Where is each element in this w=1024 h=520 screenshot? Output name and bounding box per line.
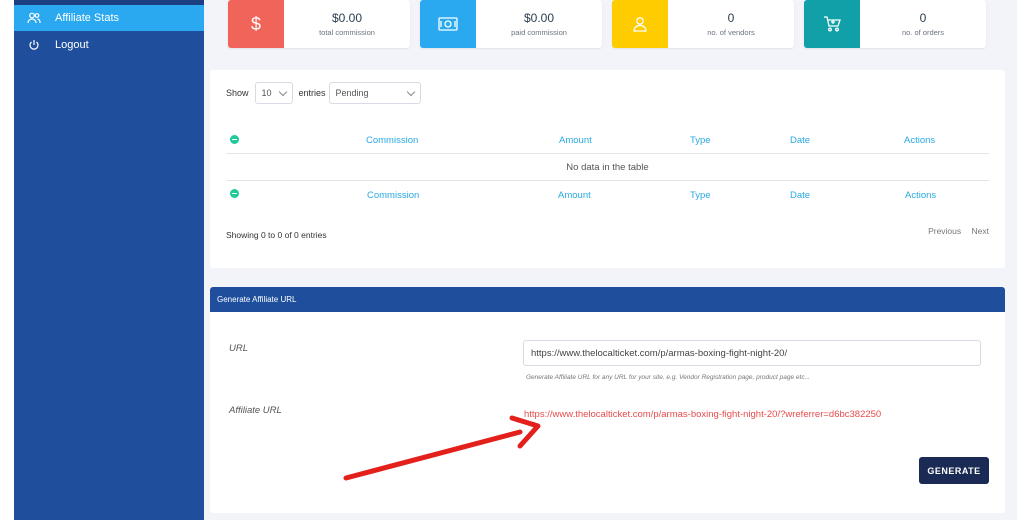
stat-value: 0 (919, 11, 927, 25)
expand-toggle-icon[interactable] (230, 189, 239, 198)
empty-table-message: No data in the table (566, 162, 649, 173)
divider (226, 153, 989, 154)
url-help-text: Generate Affiliate URL for any URL for y… (526, 374, 810, 381)
stat-card-total-commission: $ $0.00 total commission (228, 0, 410, 48)
url-input[interactable] (523, 340, 981, 366)
cash-icon (420, 0, 476, 48)
generate-affiliate-url-panel: Generate Affiliate URL URL Generate Affi… (210, 287, 1005, 513)
stat-card-orders: 0 no. of orders (804, 0, 986, 48)
status-filter-select[interactable]: Pending (328, 82, 421, 104)
column-footer-commission[interactable]: Commission (367, 190, 419, 201)
divider (226, 180, 989, 181)
cart-icon (804, 0, 860, 48)
user-icon (612, 0, 668, 48)
stat-card-vendors: 0 no. of vendors (612, 0, 794, 48)
stat-label: no. of vendors (707, 28, 755, 37)
sidebar-item-label: Logout (55, 39, 89, 51)
url-label: URL (229, 343, 249, 354)
column-footer-type[interactable]: Type (690, 190, 711, 201)
affiliate-url-output[interactable]: https://www.thelocalticket.com/p/armas-b… (524, 409, 881, 420)
table-header: Commission Amount Type Date Actions (226, 127, 989, 153)
sidebar-item-logout[interactable]: Logout (14, 32, 204, 58)
entries-label: entries (298, 88, 326, 98)
pagination: Previous Next (928, 226, 989, 236)
stat-value: $0.00 (331, 11, 363, 25)
pagination-next[interactable]: Next (972, 226, 989, 236)
dollar-icon: $ (228, 0, 284, 48)
generate-button[interactable]: GENERATE (919, 457, 989, 484)
stat-card-paid-commission: $0.00 paid commission (420, 0, 602, 48)
show-label: Show (226, 88, 249, 98)
stat-value: 0 (727, 11, 735, 25)
chevron-down-icon (406, 87, 415, 96)
main-content: $ $0.00 total commission $0.00 paid comm… (204, 0, 1024, 520)
column-header-date[interactable]: Date (790, 135, 810, 146)
right-edge (1017, 0, 1024, 520)
table-footer-header: Commission Amount Type Date Actions (226, 182, 989, 208)
expand-toggle-icon[interactable] (230, 135, 239, 144)
stat-label: paid commission (511, 28, 567, 37)
stat-label: total commission (319, 28, 375, 37)
sidebar-item-affiliate-stats[interactable]: Affiliate Stats (14, 5, 204, 31)
column-footer-actions[interactable]: Actions (905, 190, 936, 201)
stat-label: no. of orders (901, 28, 945, 37)
column-footer-amount[interactable]: Amount (558, 190, 591, 201)
sidebar-item-label: Affiliate Stats (55, 12, 119, 24)
column-header-actions[interactable]: Actions (904, 135, 935, 146)
stat-value: $0.00 (523, 11, 555, 25)
column-footer-date[interactable]: Date (790, 190, 810, 201)
affiliate-url-label: Affiliate URL (229, 405, 282, 416)
chevron-down-icon (278, 87, 287, 96)
status-filter-value: Pending (335, 88, 369, 98)
column-header-commission[interactable]: Commission (366, 135, 418, 146)
table-filter-row: Show 10 entries Pending (226, 82, 421, 104)
table-info: Showing 0 to 0 of 0 entries (226, 230, 327, 240)
column-header-amount[interactable]: Amount (559, 135, 592, 146)
pagination-previous[interactable]: Previous (928, 226, 961, 236)
power-icon (26, 37, 42, 53)
page-size-value: 10 (261, 88, 272, 98)
page-size-select[interactable]: 10 (254, 82, 293, 104)
commission-table-panel: Show 10 entries Pending Commission Amoun… (210, 70, 1005, 268)
sidebar: Affiliate Stats Logout (14, 0, 204, 520)
panel-title: Generate Affiliate URL (210, 287, 1005, 312)
users-icon (26, 10, 42, 26)
column-header-type[interactable]: Type (690, 135, 711, 146)
